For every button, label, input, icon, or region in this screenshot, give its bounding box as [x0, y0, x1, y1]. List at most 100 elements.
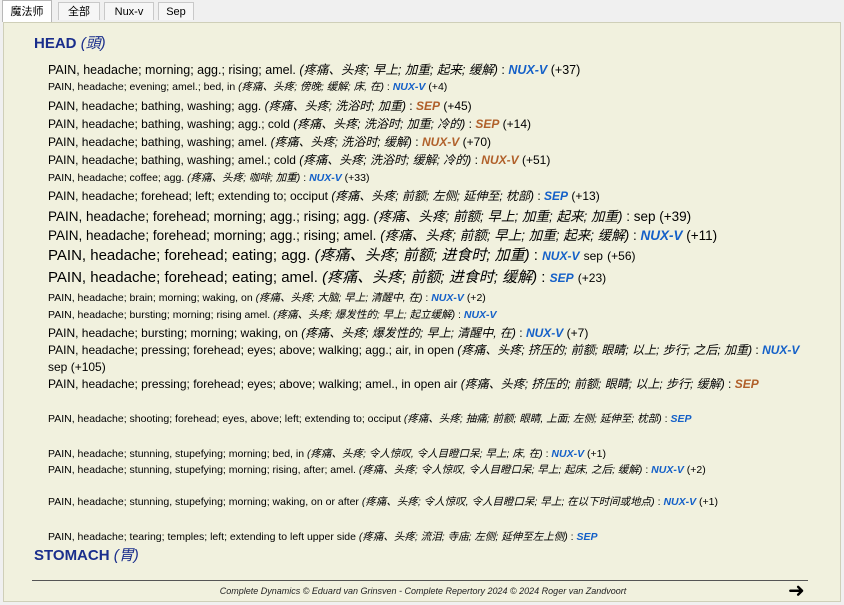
rubric-translation: (疼痛、头疼; 前额; 进食时; 加重) — [314, 247, 530, 264]
rubric-text: PAIN, headache; forehead; eating; agg. — [48, 247, 311, 264]
remedy-link[interactable]: NUX-V — [542, 249, 579, 263]
rubric-row[interactable]: PAIN, headache; pressing; forehead; eyes… — [48, 342, 808, 376]
chapter-head[interactable]: HEAD (頭) — [34, 34, 106, 54]
rubric-row[interactable]: PAIN, headache; bathing, washing; agg.; … — [48, 115, 531, 132]
rubric-translation: (疼痛、头疼; 前额; 早上; 加重; 起来; 加重) — [373, 209, 623, 224]
chapter-translation: (胃) — [113, 547, 139, 564]
tab-bar: 魔法师 全部 Nux-v Sep — [0, 0, 844, 22]
remedy-link[interactable]: SEP — [735, 377, 759, 391]
rubric-row[interactable]: PAIN, headache; shooting; forehead; eyes… — [48, 411, 808, 427]
remedy-link[interactable]: NUX-V — [393, 81, 426, 93]
rubric-row[interactable]: PAIN, headache; tearing; temples; left; … — [48, 529, 598, 544]
remedy-link[interactable]: NUX-V — [309, 172, 342, 184]
remedy-link[interactable]: SEP — [671, 413, 692, 425]
rubric-row[interactable]: PAIN, headache; pressing; forehead; eyes… — [48, 376, 808, 393]
remedy-link-secondary[interactable]: sep — [584, 249, 603, 263]
remedy-count: (+2) — [686, 464, 706, 476]
rubric-text: PAIN, headache; bursting; morning; wakin… — [48, 326, 298, 340]
rubric-translation: (疼痛、头疼; 爆发性的; 早上; 起立缓解) — [273, 309, 456, 321]
tab-sep[interactable]: Sep — [158, 2, 194, 20]
remedy-link[interactable]: sep — [634, 209, 656, 224]
chapter-name: STOMACH — [34, 547, 110, 564]
rubric-translation: (疼痛、头疼; 傍晚; 缓解; 床, 在) — [238, 81, 384, 93]
rubric-row[interactable]: PAIN, headache; forehead; eating; agg. (… — [48, 244, 636, 265]
rubric-row[interactable]: PAIN, headache; stunning, stupefying; mo… — [48, 494, 808, 510]
rubric-row[interactable]: PAIN, headache; coffee; agg. (疼痛、头疼; 咖啡;… — [48, 170, 369, 185]
remedy-count: (+23) — [577, 271, 607, 285]
remedy-link[interactable]: NUX-V — [762, 343, 799, 357]
tab-magician[interactable]: 魔法师 — [2, 0, 52, 22]
remedy-link[interactable]: NUX-V — [481, 153, 518, 167]
remedy-count: (+11) — [686, 228, 718, 243]
rubric-row[interactable]: PAIN, headache; forehead; morning; agg.;… — [48, 224, 717, 244]
rubric-row[interactable]: PAIN, headache; forehead; morning; agg.;… — [48, 205, 691, 225]
rubric-row[interactable]: PAIN, headache; brain; morning; waking, … — [48, 290, 486, 305]
rubric-row[interactable]: PAIN, headache; forehead; eating; amel. … — [48, 266, 606, 287]
chapter-stomach[interactable]: STOMACH (胃) — [34, 546, 139, 566]
remedy-link-secondary[interactable]: sep — [48, 360, 67, 374]
rubric-row[interactable]: PAIN, headache; bursting; morning; wakin… — [48, 324, 588, 341]
remedy-link[interactable]: SEP — [416, 99, 440, 113]
footer-divider — [32, 580, 808, 581]
remedy-link[interactable]: SEP — [550, 271, 574, 285]
rubric-text: PAIN, headache; coffee; agg. — [48, 172, 185, 184]
rubric-text: PAIN, headache; tearing; temples; left; … — [48, 531, 356, 543]
remedy-count: (+4) — [428, 81, 448, 93]
remedy-count: (+1) — [699, 496, 718, 508]
repertory-panel: HEAD (頭) PAIN, headache; morning; agg.; … — [3, 22, 841, 602]
remedy-link[interactable]: NUX-V — [526, 326, 563, 340]
rubric-row[interactable]: PAIN, headache; bathing, washing; amel. … — [48, 133, 491, 150]
rubric-translation: (疼痛、头疼; 大脑; 早上; 清醒中, 在) — [255, 292, 423, 304]
footer-copyright: Complete Dynamics © Eduard van Grinsven … — [219, 586, 627, 596]
rubric-translation: (疼痛、头疼; 挤压的; 前额; 眼睛; 以上; 步行; 之后; 加重) — [457, 343, 753, 357]
rubric-row[interactable]: PAIN, headache; morning; agg.; rising; a… — [48, 59, 580, 78]
remedy-count: (+51) — [521, 153, 551, 167]
remedy-link[interactable]: NUX-V — [431, 292, 464, 304]
rubric-text: PAIN, headache; stunning, stupefying; mo… — [48, 464, 356, 476]
remedy-link[interactable]: NUX-V — [508, 63, 547, 77]
rubric-text: PAIN, headache; bathing, washing; agg. — [48, 99, 262, 113]
remedy-count: (+56) — [607, 249, 636, 263]
rubric-row[interactable]: PAIN, headache; stunning, stupefying; mo… — [48, 446, 606, 461]
rubric-row[interactable]: PAIN, headache; stunning, stupefying; mo… — [48, 462, 813, 478]
rubric-translation: (疼痛、头疼; 早上; 加重; 起来; 缓解) — [299, 63, 498, 77]
rubric-row[interactable]: PAIN, headache; bathing, washing; amel.;… — [48, 151, 550, 168]
tab-all[interactable]: 全部 — [58, 2, 100, 20]
rubric-row[interactable]: PAIN, headache; bursting; morning; risin… — [48, 307, 497, 322]
rubric-translation: (疼痛、头疼; 洗浴时; 加重) — [264, 99, 406, 113]
remedy-link[interactable]: NUX-V — [464, 309, 497, 321]
rubric-text: PAIN, headache; forehead; morning; agg.;… — [48, 209, 370, 224]
rubric-translation: (疼痛、头疼; 挤压的; 前额; 眼睛; 以上; 步行; 缓解) — [460, 377, 725, 391]
rubric-translation: (疼痛、头疼; 前额; 进食时; 缓解) — [322, 269, 538, 286]
rubric-row[interactable]: PAIN, headache; forehead; left; extendin… — [48, 187, 600, 204]
rubric-row[interactable]: PAIN, headache; bathing, washing; agg. (… — [48, 97, 472, 114]
rubric-text: PAIN, headache; evening; amel.; bed, in — [48, 81, 236, 93]
rubric-translation: (疼痛、头疼; 前额; 早上; 加重; 起来; 缓解) — [380, 228, 630, 243]
remedy-link[interactable]: NUX-V — [640, 228, 682, 243]
remedy-count: (+39) — [659, 209, 692, 224]
tab-nux-v[interactable]: Nux-v — [104, 2, 154, 20]
remedy-link[interactable]: NUX-V — [551, 448, 584, 460]
remedy-link[interactable]: NUX-V — [651, 464, 684, 476]
rubric-text: PAIN, headache; pressing; forehead; eyes… — [48, 377, 458, 391]
remedy-link[interactable]: SEP — [544, 189, 568, 203]
arrow-right-icon[interactable]: ➜ — [788, 578, 805, 603]
rubric-text: PAIN, headache; pressing; forehead; eyes… — [48, 343, 455, 357]
rubric-translation: (疼痛、头疼; 爆发性的; 早上; 清醒中, 在) — [301, 326, 516, 340]
remedy-count: (+45) — [443, 99, 472, 113]
rubric-translation: (疼痛、头疼; 令人惊叹, 令人目瞪口呆; 早上; 床, 在) — [306, 448, 543, 460]
remedy-link[interactable]: SEP — [475, 117, 499, 131]
rubric-text: PAIN, headache; bathing, washing; agg.; … — [48, 117, 290, 131]
rubric-text: PAIN, headache; stunning, stupefying; mo… — [48, 496, 359, 508]
remedy-link[interactable]: NUX-V — [663, 496, 696, 508]
chapter-translation: (頭) — [80, 35, 106, 52]
rubric-text: PAIN, headache; bathing, washing; amel.;… — [48, 153, 296, 167]
rubric-text: PAIN, headache; shooting; forehead; eyes… — [48, 413, 401, 425]
rubric-text: PAIN, headache; forehead; left; extendin… — [48, 189, 328, 203]
rubric-text: PAIN, headache; forehead; morning; agg.;… — [48, 228, 377, 243]
rubric-row[interactable]: PAIN, headache; evening; amel.; bed, in … — [48, 79, 447, 94]
remedy-link[interactable]: NUX-V — [422, 135, 459, 149]
remedy-link[interactable]: SEP — [577, 531, 598, 543]
rubric-text: PAIN, headache; morning; agg.; rising; a… — [48, 63, 296, 77]
rubric-translation: (疼痛、头疼; 流泪; 寺庙; 左侧; 延伸至左上侧) — [358, 531, 568, 543]
